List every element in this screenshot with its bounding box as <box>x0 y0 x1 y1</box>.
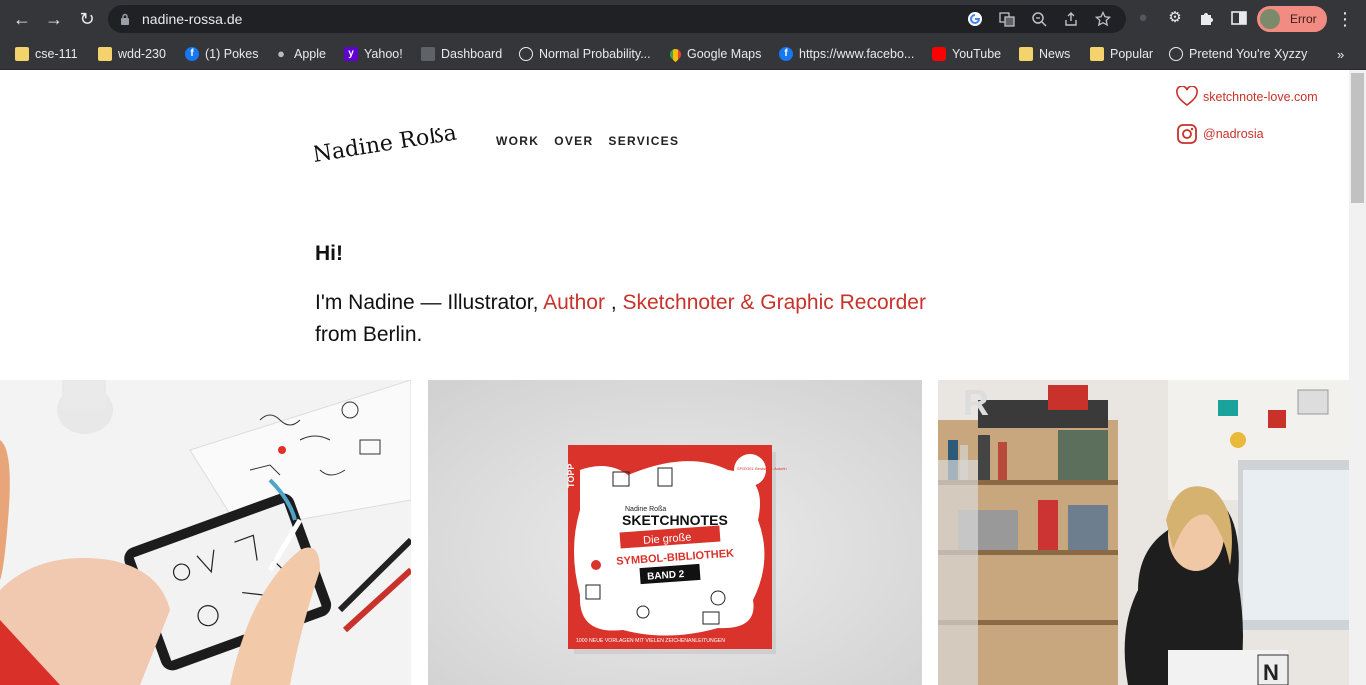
bookmarks-bar: cse-111 wdd-230 f (1) Pokes ● Apple y Yahoo… <box>0 38 1366 70</box>
facebook-icon: f <box>185 47 199 61</box>
book-illustration: TOPP Nadine Roßa SKETCHNOTES Die große S… <box>428 380 922 685</box>
folder-icon <box>15 47 29 61</box>
bookmark-wdd-230[interactable]: wdd-230 <box>98 43 166 65</box>
zoom-icon[interactable] <box>1031 11 1047 27</box>
instagram-link[interactable]: @nadrosia <box>1176 123 1264 145</box>
profile-error-label: Error <box>1290 12 1317 26</box>
sketchnoter-link[interactable]: Sketchnoter & Graphic Recorder <box>623 291 926 314</box>
greeting-heading: Hi! <box>315 242 343 265</box>
photo-book-cover[interactable]: TOPP Nadine Roßa SKETCHNOTES Die große S… <box>428 380 922 685</box>
bookmark-pretend-youre-xyzzy[interactable]: Pretend You're Xyzzy <box>1169 43 1307 65</box>
address-bar[interactable]: nadine-rossa.de <box>108 5 1126 33</box>
bookmark-apple[interactable]: ● Apple <box>274 43 326 65</box>
svg-text:N: N <box>1263 660 1279 685</box>
bookmark-yahoo[interactable]: y Yahoo! <box>344 43 403 65</box>
bookmark-cse-111[interactable]: cse-111 <box>15 43 78 65</box>
folder-icon <box>98 47 112 61</box>
apple-icon: ● <box>277 46 285 61</box>
site-logo[interactable]: Nadine Roßa <box>314 128 464 174</box>
google-lens-icon[interactable] <box>967 11 983 27</box>
back-arrow-icon[interactable]: ← <box>11 8 33 30</box>
sketchnote-love-link[interactable]: sketchnote-love.com <box>1176 86 1318 108</box>
instagram-icon <box>1177 124 1197 144</box>
globe-icon <box>1169 47 1183 61</box>
more-bookmarks-icon[interactable]: » <box>1337 47 1344 62</box>
svg-text:1000 NEUE VORLAGEN MIT VIELEN: 1000 NEUE VORLAGEN MIT VIELEN ZEICHENANL… <box>576 638 725 644</box>
page-scrollbar-thumb[interactable] <box>1351 73 1364 203</box>
photo-studio-portrait[interactable]: R N <box>938 380 1349 685</box>
facebook-icon: f <box>779 47 793 61</box>
bookmark-popular[interactable]: Popular <box>1090 43 1153 65</box>
book-title: SKETCHNOTES <box>622 512 728 528</box>
browser-toolbar: ← → ↻ nadine-rossa.de ● ⚙ Error ⋮ <box>0 0 1366 38</box>
site-logo-text: Nadine Roßa <box>314 128 458 168</box>
book-tagline-neue: NEUE <box>589 638 604 644</box>
folder-icon <box>1019 47 1033 61</box>
heart-icon <box>1176 86 1198 106</box>
bookmark-news[interactable]: News <box>1019 43 1070 65</box>
globe-icon <box>519 47 533 61</box>
bookmark-normal-probability[interactable]: Normal Probability... <box>519 43 651 65</box>
dashboard-icon <box>421 47 435 61</box>
bookmark-pokes[interactable]: f (1) Pokes <box>185 43 259 65</box>
youtube-icon <box>932 47 946 61</box>
web-page: Nadine Roßa WORK OVER SERVICES sketchnot… <box>0 70 1366 685</box>
reload-icon[interactable]: ↻ <box>76 8 98 30</box>
side-panel-icon[interactable] <box>1230 9 1248 27</box>
url-text: nadine-rossa.de <box>142 11 243 27</box>
book-publisher: TOPP <box>566 464 576 488</box>
bookmark-dashboard[interactable]: Dashboard <box>421 43 502 65</box>
nav-services[interactable]: SERVICES <box>608 134 679 148</box>
extension-dim-icon[interactable]: ● <box>1134 9 1152 27</box>
main-nav: WORK OVER SERVICES <box>496 134 679 148</box>
avatar <box>1260 9 1280 29</box>
yahoo-icon: y <box>344 47 358 61</box>
forward-arrow-icon[interactable]: → <box>43 8 65 30</box>
share-icon[interactable] <box>1063 11 1079 27</box>
author-link[interactable]: Author <box>543 291 605 314</box>
extensions-puzzle-icon[interactable] <box>1198 9 1216 27</box>
maps-icon <box>667 46 684 62</box>
nav-work[interactable]: WORK <box>496 134 539 148</box>
book-badge: SPIEGEL Bestseller-Autorin <box>737 466 787 471</box>
bookmark-star-icon[interactable] <box>1095 11 1111 27</box>
folder-icon <box>1090 47 1104 61</box>
gear-icon[interactable]: ⚙ <box>1166 9 1184 27</box>
bookmark-youtube[interactable]: YouTube <box>932 43 1001 65</box>
bookmark-google-maps[interactable]: Google Maps <box>667 43 761 65</box>
tablet-sketching-illustration <box>0 380 411 685</box>
bookmark-facebook[interactable]: f https://www.facebo... <box>779 43 914 65</box>
studio-portrait-illustration: R N <box>938 380 1349 685</box>
svg-text:R: R <box>963 382 989 423</box>
intro-text: I'm Nadine — Illustrator, Author , Sketc… <box>315 291 926 346</box>
lock-icon <box>121 13 129 25</box>
kebab-menu-icon[interactable]: ⋮ <box>1336 8 1354 30</box>
photo-tablet-sketching[interactable] <box>0 380 411 685</box>
translate-icon[interactable] <box>999 11 1015 27</box>
profile-button[interactable]: Error <box>1257 6 1327 32</box>
nav-over[interactable]: OVER <box>554 134 593 148</box>
